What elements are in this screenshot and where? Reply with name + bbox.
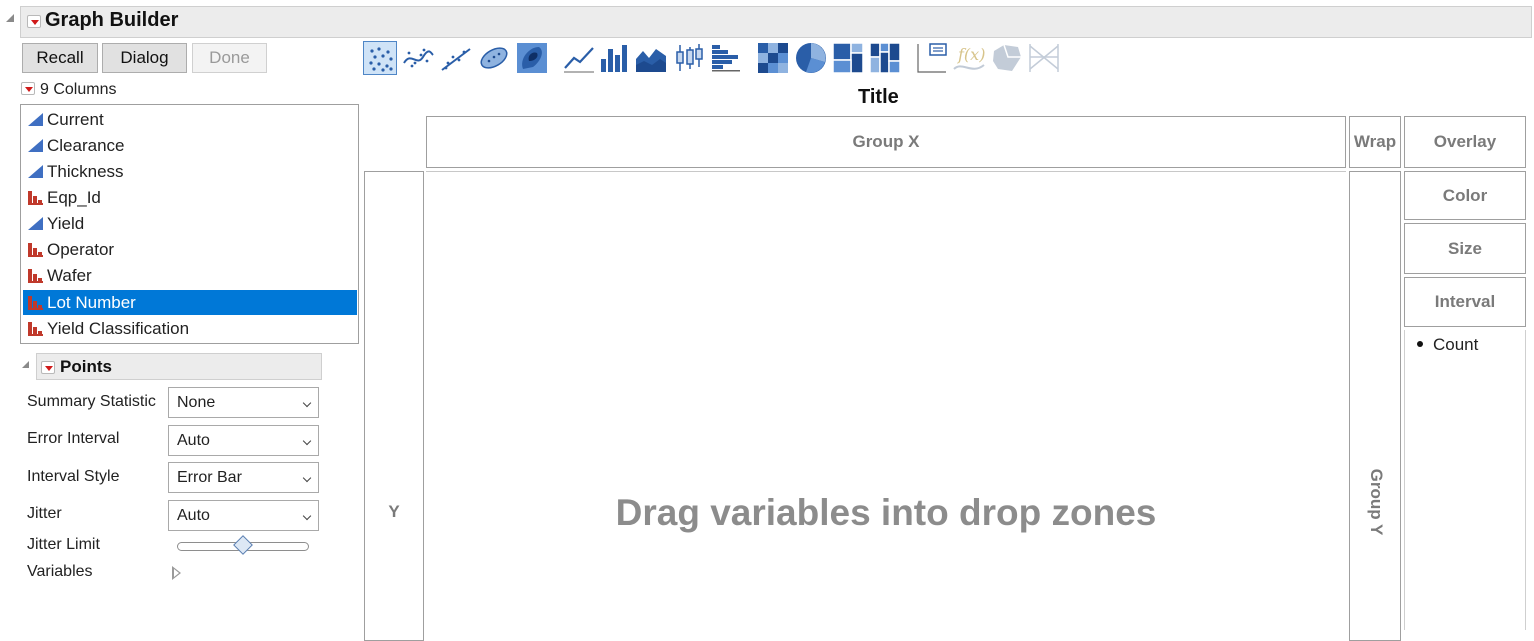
- column-item-current[interactable]: Current: [23, 107, 357, 132]
- continuous-icon: [28, 113, 43, 126]
- points-icon[interactable]: [363, 41, 397, 75]
- chevron-down-icon: [302, 473, 312, 483]
- ellipse-icon[interactable]: [477, 41, 511, 75]
- dialog-button[interactable]: Dialog: [102, 43, 187, 73]
- select-value: None: [177, 394, 216, 411]
- column-label: Yield Classification: [47, 319, 190, 338]
- bar-icon[interactable]: [598, 41, 632, 75]
- column-label: Current: [47, 110, 104, 129]
- legend-panel: [1404, 330, 1526, 630]
- jitter-select[interactable]: Auto: [168, 500, 319, 531]
- title-bar: [20, 6, 1532, 38]
- points-disclosure-icon[interactable]: [22, 361, 29, 368]
- continuous-icon: [28, 217, 43, 230]
- column-item-thickness[interactable]: Thickness: [23, 159, 357, 184]
- nominal-icon: [28, 295, 43, 310]
- jitter-label: Jitter: [27, 505, 62, 522]
- smoother-icon[interactable]: [401, 41, 435, 75]
- jitter-limit-label: Jitter Limit: [27, 536, 100, 553]
- column-list[interactable]: Current Clearance Thickness Eqp_Id Yield…: [20, 104, 359, 344]
- chevron-down-icon: [302, 511, 312, 521]
- wrap-drop-zone[interactable]: Wrap: [1349, 116, 1401, 168]
- group-y-drop-zone[interactable]: Group Y: [1349, 171, 1401, 641]
- map-shapes-icon[interactable]: [990, 41, 1024, 75]
- color-drop-zone[interactable]: Color: [1404, 171, 1526, 220]
- mosaic-icon[interactable]: [868, 41, 902, 75]
- legend-marker-icon: [1417, 341, 1423, 347]
- histogram-icon[interactable]: [709, 41, 743, 75]
- points-title: Points: [60, 357, 112, 376]
- column-label: Operator: [47, 240, 115, 259]
- variables-expand-icon[interactable]: [172, 566, 181, 580]
- continuous-icon: [28, 139, 43, 152]
- outline-disclosure-icon[interactable]: [6, 14, 14, 22]
- caption-box-icon[interactable]: [915, 41, 949, 75]
- line-icon[interactable]: [562, 41, 596, 75]
- interval-style-label: Interval Style: [27, 468, 120, 485]
- formula-icon[interactable]: f(x): [952, 41, 986, 75]
- column-label: Wafer: [47, 266, 92, 285]
- column-label: Eqp_Id: [47, 188, 101, 207]
- select-value: Auto: [177, 507, 210, 524]
- interval-style-select[interactable]: Error Bar: [168, 462, 319, 493]
- red-triangle-menu-icon[interactable]: [27, 15, 41, 28]
- column-label: Lot Number: [47, 293, 136, 312]
- pie-icon[interactable]: [794, 41, 828, 75]
- y-zone-label: Y: [388, 502, 400, 521]
- chevron-down-icon: [302, 436, 312, 446]
- window-title: Graph Builder: [45, 9, 179, 31]
- columns-menu-icon[interactable]: [21, 82, 35, 95]
- legend-item-count[interactable]: Count: [1433, 335, 1478, 355]
- summary-statistic-select[interactable]: None: [168, 387, 319, 418]
- group-y-label: Group Y: [1367, 468, 1386, 536]
- graph-title[interactable]: Title: [858, 86, 899, 109]
- plot-drop-zone[interactable]: Drag variables into drop zones: [426, 171, 1346, 641]
- box-plot-icon[interactable]: [672, 41, 706, 75]
- line-of-fit-icon[interactable]: [439, 41, 473, 75]
- svg-text:f(x): f(x): [957, 45, 985, 64]
- summary-statistic-label: Summary Statistic: [27, 393, 156, 410]
- error-interval-select[interactable]: Auto: [168, 425, 319, 456]
- column-item-yield[interactable]: Yield: [23, 211, 357, 236]
- nominal-icon: [28, 268, 43, 283]
- parallel-plot-icon[interactable]: [1027, 41, 1061, 75]
- column-label: Yield: [47, 214, 85, 233]
- column-item-operator[interactable]: Operator: [23, 237, 357, 262]
- column-item-eqp-id[interactable]: Eqp_Id: [23, 185, 357, 210]
- column-item-lot-number[interactable]: Lot Number: [23, 290, 357, 315]
- column-label: Clearance: [47, 136, 125, 155]
- drop-zones-hint: Drag variables into drop zones: [615, 492, 1157, 533]
- group-x-drop-zone[interactable]: Group X: [426, 116, 1346, 168]
- jitter-limit-slider-thumb[interactable]: [233, 535, 253, 555]
- recall-button[interactable]: Recall: [22, 43, 98, 73]
- overlay-drop-zone[interactable]: Overlay: [1404, 116, 1526, 168]
- contour-icon[interactable]: [515, 41, 549, 75]
- column-label: Thickness: [47, 162, 124, 181]
- select-value: Auto: [177, 432, 210, 449]
- interval-drop-zone[interactable]: Interval: [1404, 277, 1526, 327]
- error-interval-label: Error Interval: [27, 430, 120, 447]
- variables-label: Variables: [27, 563, 93, 580]
- points-menu-icon[interactable]: [41, 361, 55, 374]
- size-drop-zone[interactable]: Size: [1404, 223, 1526, 274]
- nominal-icon: [28, 321, 43, 336]
- nominal-icon: [28, 242, 43, 257]
- columns-count-label: 9 Columns: [40, 81, 117, 98]
- treemap-icon[interactable]: [831, 41, 865, 75]
- column-item-yield-classification[interactable]: Yield Classification: [23, 316, 357, 341]
- column-item-clearance[interactable]: Clearance: [23, 133, 357, 158]
- column-item-wafer[interactable]: Wafer: [23, 263, 357, 288]
- area-icon[interactable]: [634, 41, 668, 75]
- heatmap-icon[interactable]: [756, 41, 790, 75]
- y-drop-zone[interactable]: Y: [364, 171, 424, 641]
- done-button[interactable]: Done: [192, 43, 267, 73]
- select-value: Error Bar: [177, 469, 242, 486]
- continuous-icon: [28, 165, 43, 178]
- nominal-icon: [28, 190, 43, 205]
- chevron-down-icon: [302, 398, 312, 408]
